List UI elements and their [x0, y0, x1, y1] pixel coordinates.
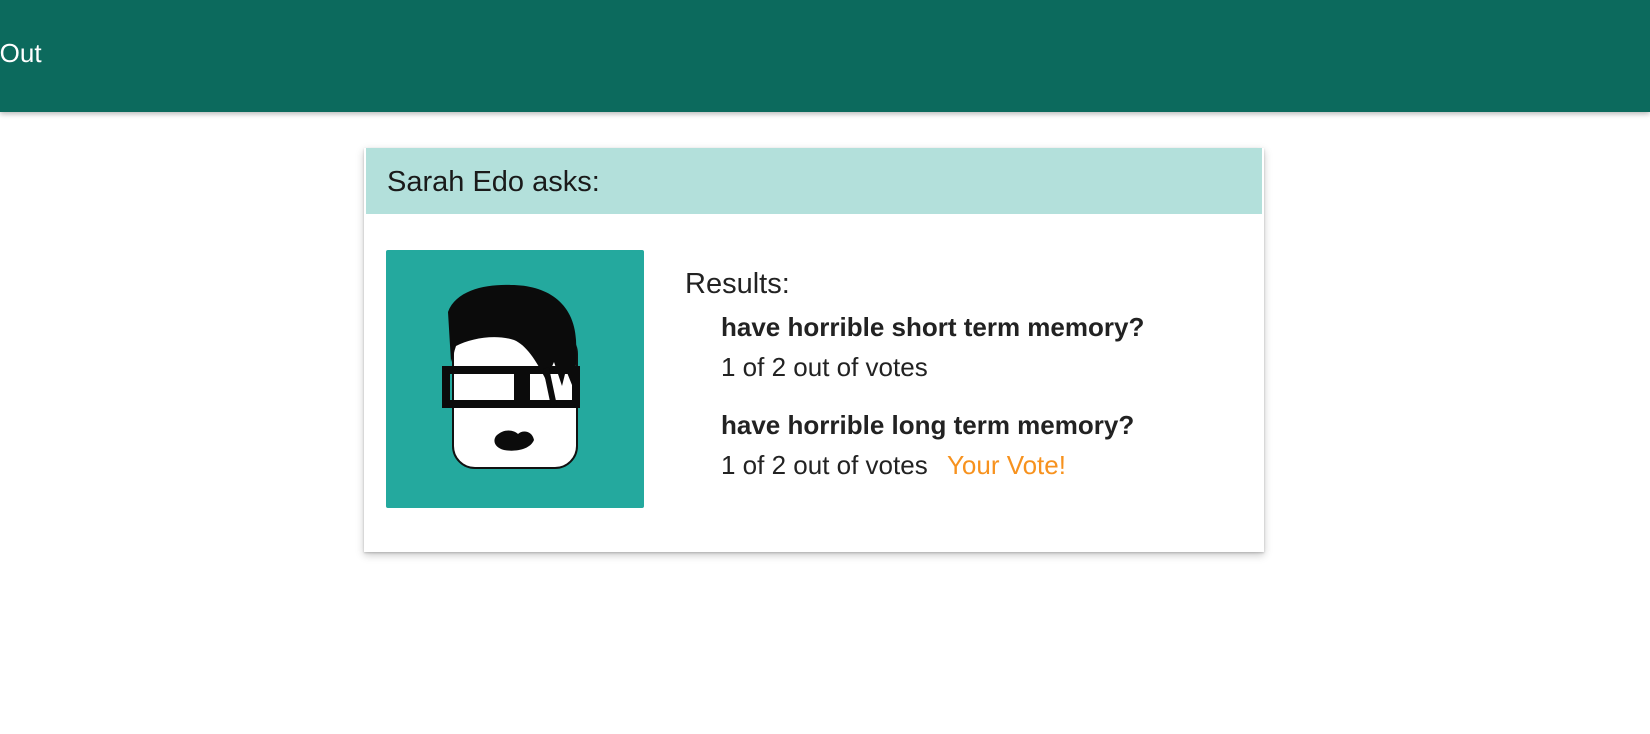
question-card: Sarah Edo asks: Results: have horrible s… — [364, 148, 1264, 552]
avatar-cartoon-face-icon — [442, 284, 580, 469]
top-nav-bar: n Out — [0, 0, 1650, 112]
card-header: Sarah Edo asks: — [366, 148, 1262, 214]
author-avatar — [386, 250, 644, 508]
option-one: have horrible short term memory? 1 of 2 … — [721, 310, 1241, 384]
your-vote-badge: Your Vote! — [946, 450, 1066, 480]
sign-out-link[interactable]: n Out — [0, 36, 42, 70]
results-panel: Results: — [685, 266, 1245, 302]
vote-count-label: 1 of 2 out of votes — [721, 450, 928, 480]
option-two: have horrible long term memory? 1 of 2 o… — [721, 408, 1241, 482]
option-text: have horrible short term memory? — [721, 312, 1145, 342]
option-text: have horrible long term memory? — [721, 410, 1135, 440]
results-title: Results: — [685, 268, 790, 300]
asker-heading: Sarah Edo asks: — [387, 164, 600, 200]
option-vote-count: 1 of 2 out of votes Your Vote! — [721, 448, 1241, 482]
option-vote-count: 1 of 2 out of votes — [721, 350, 1241, 384]
asks-label: asks: — [532, 166, 600, 198]
vote-count-label: 1 of 2 out of votes — [721, 352, 928, 382]
author-name: Sarah Edo — [387, 166, 525, 198]
